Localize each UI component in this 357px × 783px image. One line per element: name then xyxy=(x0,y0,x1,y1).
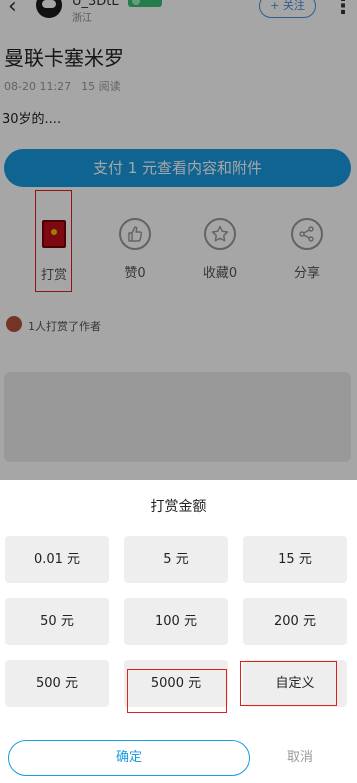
cancel-button[interactable]: 取消 xyxy=(270,742,330,774)
reward-amount-sheet: 打赏金额 0.01 元 5 元 15 元 50 元 100 元 200 元 50… xyxy=(0,480,357,783)
sheet-title: 打赏金额 xyxy=(150,499,207,515)
amount-option[interactable]: 50 元 xyxy=(5,598,109,645)
amount-option[interactable]: 200 元 xyxy=(243,598,347,645)
amount-option[interactable]: 15 元 xyxy=(243,536,347,583)
amount-option[interactable]: 0.01 元 xyxy=(5,536,109,583)
dim-overlay[interactable] xyxy=(0,0,357,480)
amount-option[interactable]: 100 元 xyxy=(124,598,228,645)
amount-option[interactable]: 500 元 xyxy=(5,660,109,707)
amount-option[interactable]: 5 元 xyxy=(124,536,228,583)
confirm-button[interactable]: 确定 xyxy=(8,740,250,776)
custom-amount-option[interactable]: 自定义 xyxy=(243,660,347,707)
amount-option[interactable]: 5000 元 xyxy=(124,660,228,707)
